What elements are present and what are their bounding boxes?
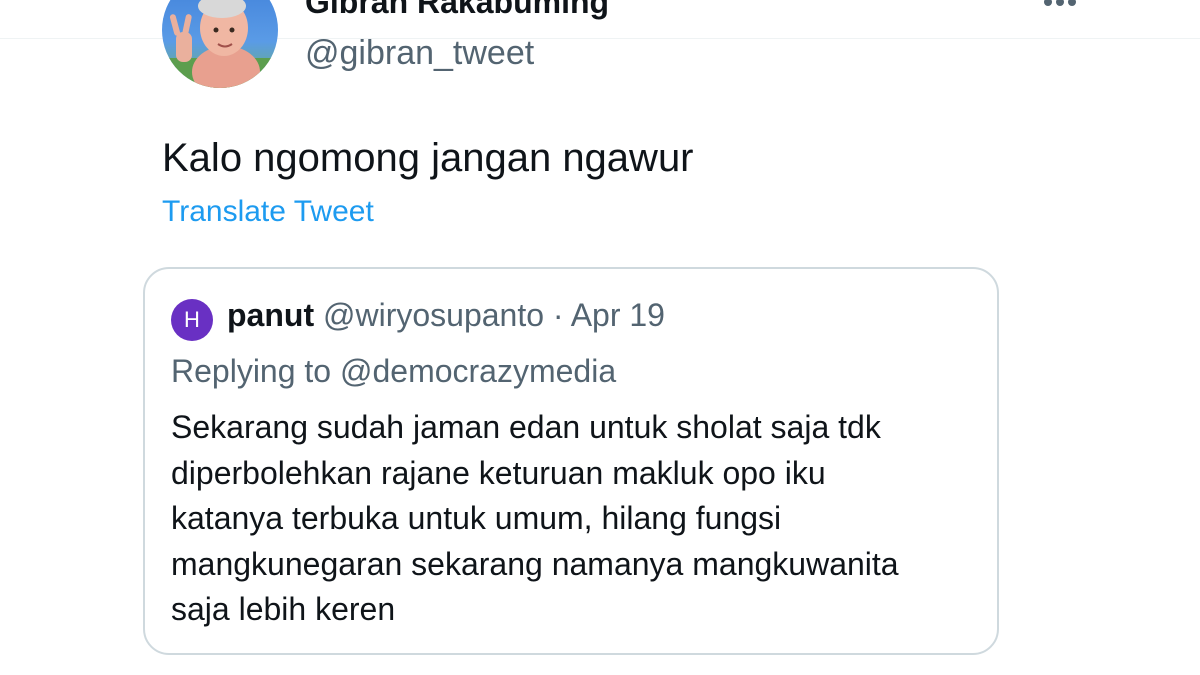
quoted-tweet-body: Sekarang sudah jaman edan untuk sholat s… xyxy=(171,405,971,633)
quoted-tweet-line: diperbolehkan rajane keturuan makluk opo… xyxy=(171,454,826,491)
quoted-tweet-card[interactable]: H panut @wiryosupanto · Apr 19 Replying … xyxy=(143,267,999,655)
quoted-tweet-line: Sekarang sudah jaman edan untuk sholat s… xyxy=(171,409,881,445)
separator-dot: · xyxy=(552,297,564,333)
tweet-screenshot: Gibran Rakabuming @gibran_tweet Kalo ngo… xyxy=(0,0,1200,675)
author-display-name[interactable]: Gibran Rakabuming xyxy=(305,0,609,21)
quoted-tweet-date[interactable]: Apr 19 xyxy=(571,297,665,333)
quoted-tweet-line: saja lebih keren xyxy=(171,591,396,627)
quoted-tweet-line: katanya terbuka untuk umum, hilang fungs… xyxy=(171,500,782,536)
more-options-icon[interactable] xyxy=(1040,0,1080,10)
quoted-author-handle[interactable]: @wiryosupanto xyxy=(323,297,544,333)
quoted-author-avatar[interactable]: H xyxy=(171,299,213,341)
quoted-tweet-line: mangkunegaran sekarang namanya mangkuwan… xyxy=(171,545,899,582)
replying-to-text: Replying to @democrazymedia xyxy=(171,353,617,389)
author-avatar[interactable] xyxy=(162,0,278,88)
tweet-text: Kalo ngomong jangan ngawur xyxy=(162,136,694,180)
avatar-image-icon xyxy=(162,0,278,88)
quoted-author-name[interactable]: panut xyxy=(227,297,314,333)
author-handle[interactable]: @gibran_tweet xyxy=(305,34,534,73)
quoted-tweet-header: panut @wiryosupanto · Apr 19 xyxy=(227,297,665,334)
translate-tweet-link[interactable]: Translate Tweet xyxy=(162,195,374,229)
